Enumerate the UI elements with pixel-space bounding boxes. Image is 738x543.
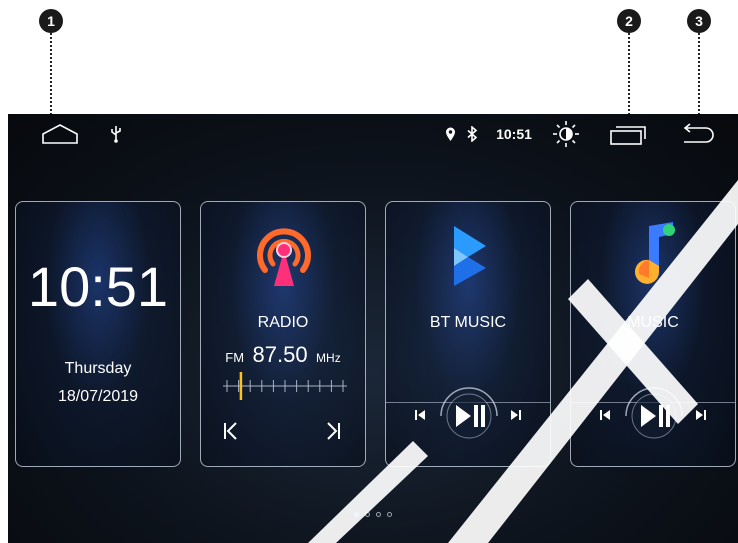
status-bar: 10:51 [8, 114, 738, 154]
page-dot[interactable] [365, 512, 370, 517]
bt-music-prev-button[interactable] [414, 408, 428, 424]
radio-prev-button[interactable] [221, 420, 243, 444]
music-prev-button[interactable] [599, 408, 613, 424]
callout-3-leader [698, 33, 700, 115]
clock-date: 18/07/2019 [57, 388, 139, 405]
bt-music-play-pause-button[interactable] [454, 402, 486, 430]
music-next-button[interactable] [695, 408, 709, 424]
bt-music-next-button[interactable] [510, 408, 524, 424]
callout-3: 3 [687, 9, 711, 33]
clock-card[interactable]: 10:51 Thursday 18/07/2019 [15, 201, 181, 467]
music-play-pause-button[interactable] [639, 402, 671, 430]
music-title: MUSIC [627, 314, 679, 331]
bt-music-title: BT MUSIC [429, 314, 507, 331]
radio-tuner-scale[interactable] [223, 370, 347, 402]
callout-1: 1 [39, 9, 63, 33]
radio-frequency-row: FM 87.50 MHz [201, 342, 365, 368]
callout-2-leader [628, 33, 630, 115]
page-indicator[interactable] [354, 512, 392, 517]
bluetooth-icon [465, 125, 479, 143]
radio-next-button[interactable] [323, 420, 345, 444]
page-dot[interactable] [376, 512, 381, 517]
page-dot[interactable] [354, 512, 359, 517]
radio-card[interactable]: RADIO FM 87.50 MHz [200, 201, 366, 467]
clock-time: 10:51 [27, 255, 169, 318]
callout-1-leader [50, 33, 52, 115]
callout-2: 2 [617, 9, 641, 33]
recent-apps-icon[interactable] [607, 121, 649, 147]
page-dot[interactable] [387, 512, 392, 517]
radio-frequency: 87.50 [252, 342, 308, 367]
bt-music-app-icon [446, 222, 492, 288]
location-pin-icon [443, 125, 457, 143]
radio-tower-icon [251, 222, 317, 288]
clock-day: Thursday [64, 360, 132, 377]
radio-title: RADIO [257, 314, 309, 331]
back-arrow-icon[interactable] [676, 121, 716, 147]
head-unit-screen: 10:51 10:51 Thursday 18/07/2019 RADIO FM… [8, 114, 738, 543]
music-card[interactable]: MUSIC [570, 201, 736, 467]
music-app-icon [629, 220, 679, 290]
status-time: 10:51 [496, 126, 532, 142]
brightness-icon[interactable] [551, 118, 581, 150]
home-icon[interactable] [40, 120, 80, 148]
radio-unit: MHz [316, 351, 341, 365]
radio-band: FM [225, 350, 245, 365]
bt-music-card[interactable]: BT MUSIC [385, 201, 551, 467]
usb-icon [108, 124, 124, 144]
